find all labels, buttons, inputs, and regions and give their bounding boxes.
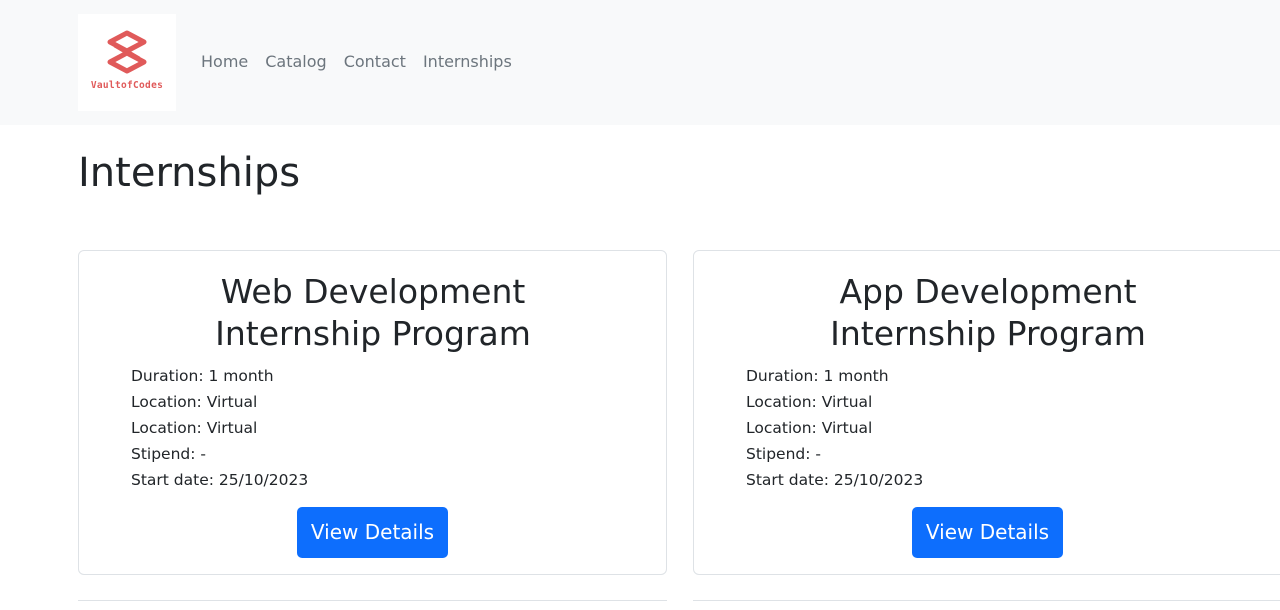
detail-location: Location: Virtual: [746, 419, 873, 437]
brand-name: VaultofCodes: [90, 80, 164, 91]
card-title: App Development Internship Program: [830, 272, 1146, 353]
nav-links: Home Catalog Contact Internships: [201, 52, 512, 71]
detail-stipend: Stipend: -: [131, 445, 207, 463]
detail-stipend: Stipend: -: [746, 445, 822, 463]
detail-duration: Duration: 1 month: [131, 367, 274, 385]
brand-logo-link[interactable]: VaultofCodes: [78, 14, 176, 111]
top-navbar: VaultofCodes Home Catalog Contact Intern…: [0, 0, 1280, 125]
view-details-button[interactable]: View Details: [297, 507, 448, 558]
detail-duration: Duration: 1 month: [746, 367, 889, 385]
detail-location: Location: Virtual: [131, 419, 258, 437]
detail-location: Location: Virtual: [131, 393, 258, 411]
nav-item-catalog[interactable]: Catalog: [265, 52, 326, 71]
internship-card-app: App Development Internship Program Durat…: [693, 250, 1280, 575]
page-title: Internships: [78, 150, 301, 196]
card-details: Duration: 1 month Location: Virtual Loca…: [131, 363, 308, 493]
card-details: Duration: 1 month Location: Virtual Loca…: [746, 363, 923, 493]
card-title: Web Development Internship Program: [215, 272, 531, 353]
internship-card-web: Web Development Internship Program Durat…: [78, 250, 667, 575]
nav-item-contact[interactable]: Contact: [344, 52, 406, 71]
detail-location: Location: Virtual: [746, 393, 873, 411]
nav-item-home[interactable]: Home: [201, 52, 248, 71]
view-details-button[interactable]: View Details: [912, 507, 1063, 558]
vault-cube-logo-icon: [107, 30, 147, 74]
nav-item-internships[interactable]: Internships: [423, 52, 512, 71]
detail-start-date: Start date: 25/10/2023: [131, 471, 309, 489]
detail-start-date: Start date: 25/10/2023: [746, 471, 924, 489]
